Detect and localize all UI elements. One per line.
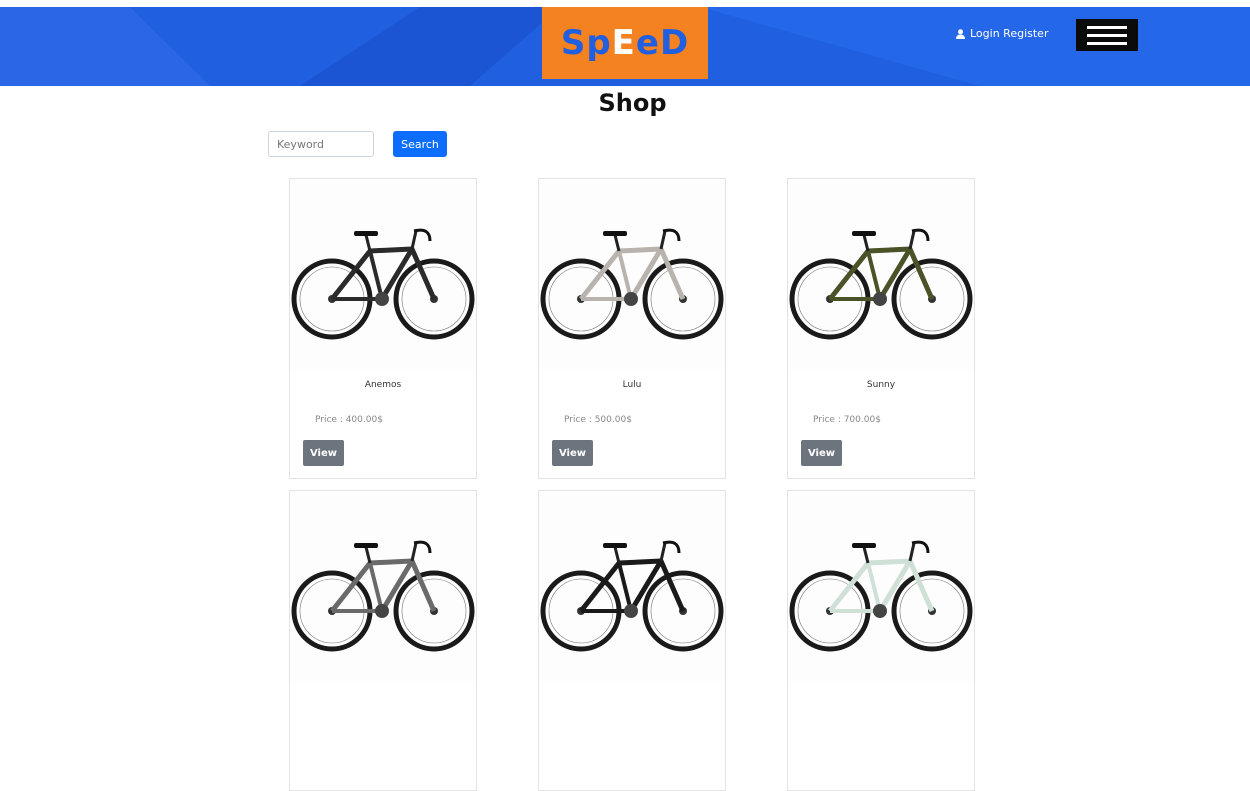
- product-image[interactable]: [788, 179, 974, 369]
- logo-letter: e: [635, 23, 660, 63]
- product-image[interactable]: [290, 491, 476, 681]
- logo-letter: p: [586, 23, 612, 63]
- product-name: Lulu: [622, 380, 642, 390]
- view-button[interactable]: View: [303, 440, 344, 466]
- product-card: Lulu Price : 500.00$ View: [538, 178, 726, 479]
- logo-letter: E: [611, 23, 636, 63]
- bicycle-image: [789, 540, 973, 652]
- product-price: Price : 400.00$: [315, 415, 383, 425]
- view-button[interactable]: View: [552, 440, 593, 466]
- product-card: Sunny Price : 700.00$ View: [787, 178, 975, 479]
- product-image[interactable]: [290, 179, 476, 369]
- bicycle-image: [291, 228, 475, 340]
- product-price: Price : 500.00$: [564, 415, 632, 425]
- site-header: SpEeD Login Register: [0, 7, 1250, 86]
- site-logo[interactable]: SpEeD: [542, 7, 708, 79]
- login-register-link[interactable]: Login Register: [956, 27, 1048, 40]
- bicycle-image: [789, 228, 973, 340]
- bicycle-image: [540, 540, 724, 652]
- logo-letter: S: [560, 23, 587, 63]
- view-button[interactable]: View: [801, 440, 842, 466]
- login-register-label: Login Register: [970, 27, 1049, 40]
- product-name: Sunny: [866, 380, 896, 390]
- user-icon: [956, 28, 965, 39]
- product-card: Anemos Price : 400.00$ View: [289, 178, 477, 479]
- search-button[interactable]: Search: [393, 131, 447, 157]
- search-input[interactable]: [268, 131, 374, 157]
- product-card: [787, 490, 975, 791]
- product-card: [289, 490, 477, 791]
- logo-letter: D: [659, 23, 690, 63]
- bicycle-image: [291, 540, 475, 652]
- product-name: Anemos: [364, 380, 402, 390]
- product-image[interactable]: [539, 179, 725, 369]
- page-title: Shop: [598, 89, 667, 117]
- product-image[interactable]: [788, 491, 974, 681]
- bicycle-image: [540, 228, 724, 340]
- product-price: Price : 700.00$: [813, 415, 881, 425]
- product-image[interactable]: [539, 491, 725, 681]
- product-card: [538, 490, 726, 791]
- hamburger-menu-icon[interactable]: [1076, 19, 1138, 51]
